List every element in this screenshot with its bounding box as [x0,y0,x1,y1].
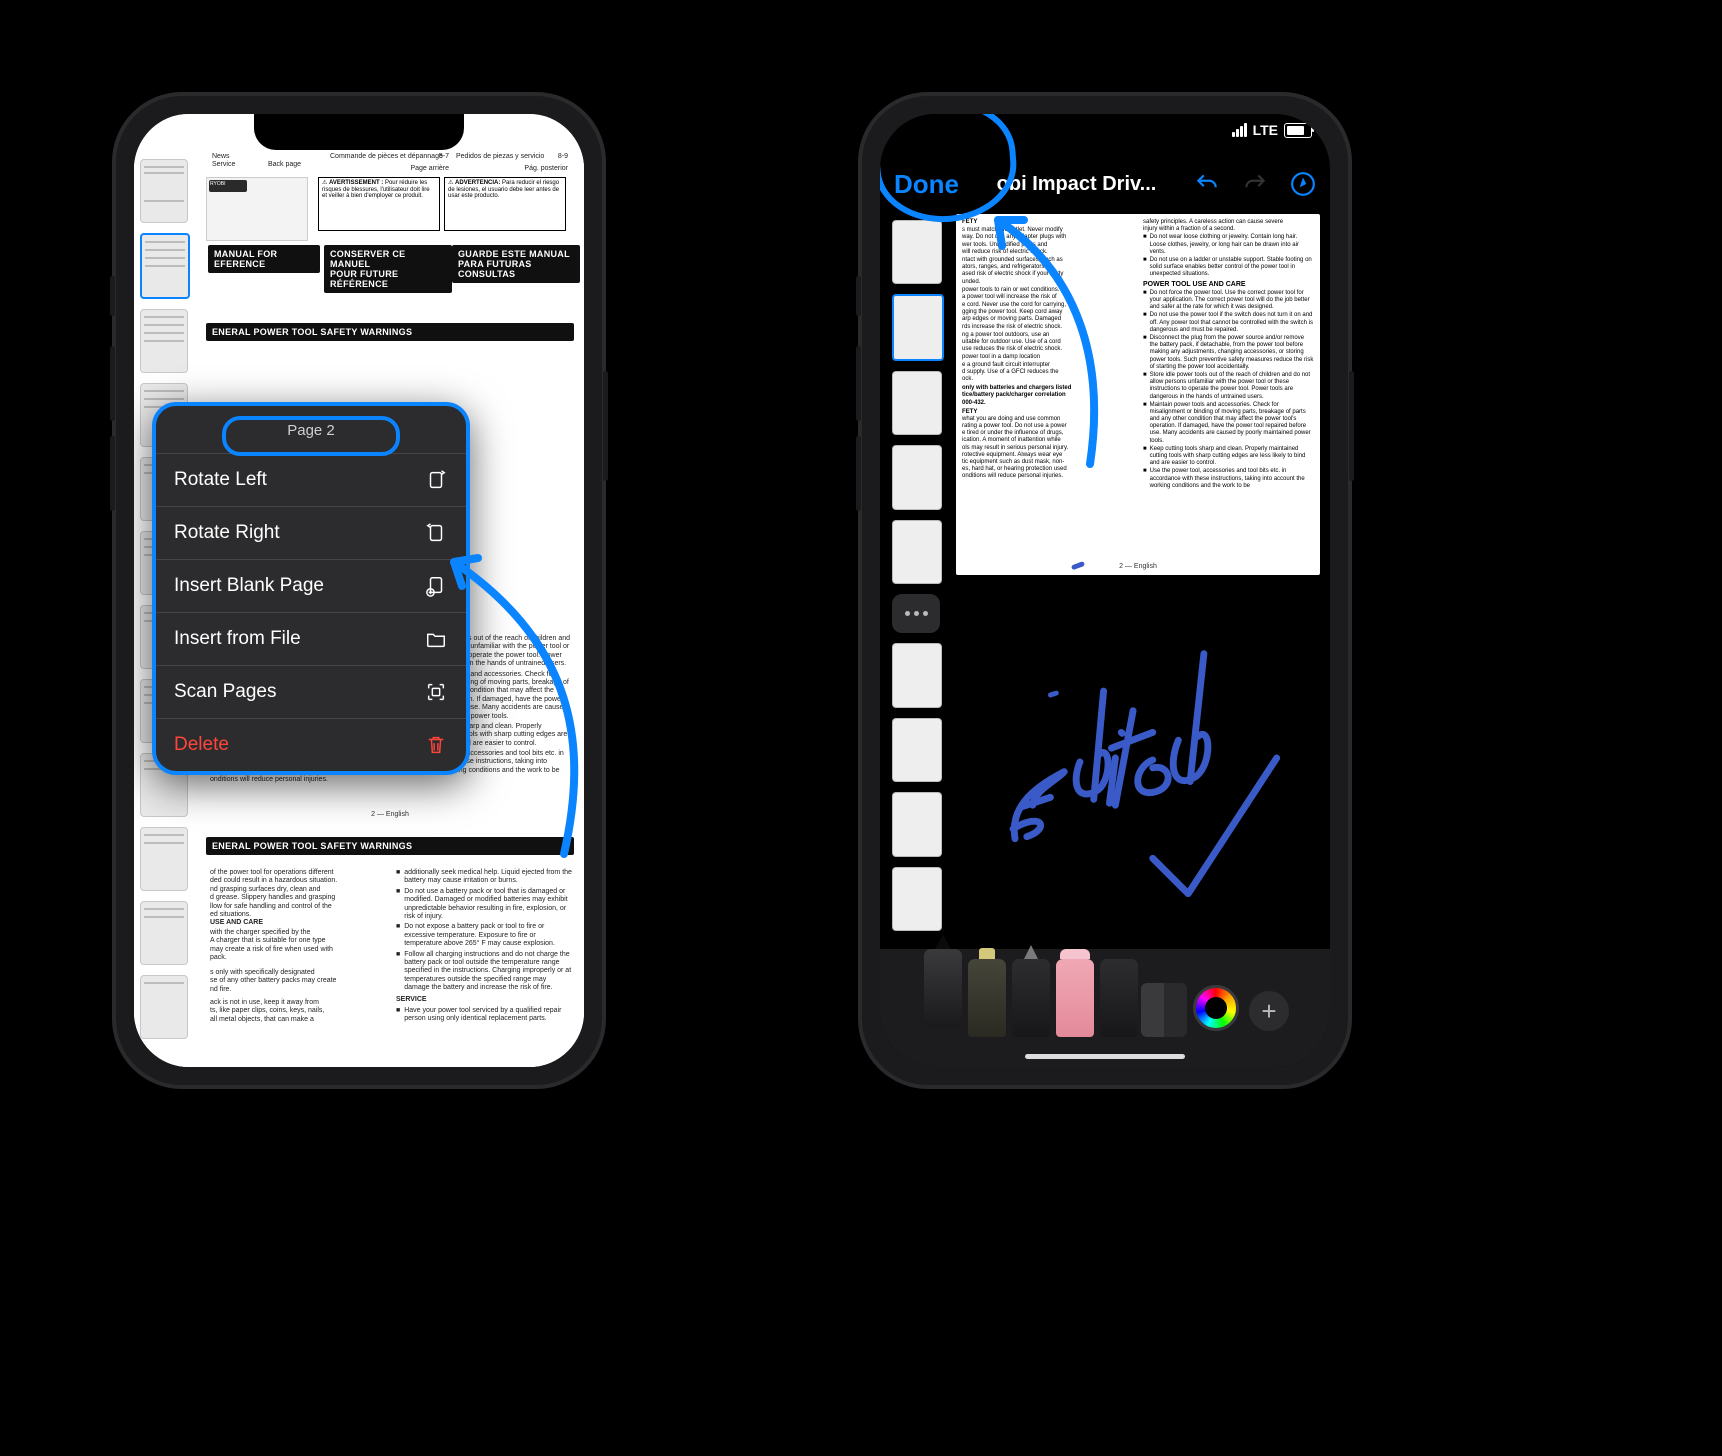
undo-button[interactable] [1194,171,1220,197]
color-picker[interactable] [1193,985,1239,1031]
black-box-2: CONSERVER CE MANUEL POUR FUTURE RÉFÉRENC… [324,245,452,293]
thumbnail-page-11[interactable] [140,901,188,965]
text: 5-7 [439,153,449,161]
thumbnail-page-1[interactable] [892,220,942,284]
text: Commande de pièces et dépannage [330,153,443,161]
section-header: ENERAL POWER TOOL SAFETY WARNINGS [206,323,574,341]
callout-arrow-right [950,184,1130,484]
doc-text: USE AND CARE [210,919,380,927]
menu-label: Scan Pages [174,681,276,703]
bullet: Do not force the power tool. Use the cor… [1150,290,1314,312]
signal-icon [1232,123,1247,137]
thumbnail-page-5[interactable] [892,520,942,584]
lasso-tool[interactable] [1100,959,1138,1037]
bullet: Have your power tool serviced by a quali… [404,1007,572,1024]
bullet: Do not use the power tool if the switch … [1150,312,1314,334]
network-label: LTE [1253,122,1278,138]
bullet: Do not wear loose clothing or jewelry. C… [1150,234,1314,256]
thumbnail-page-1[interactable] [140,159,188,223]
thumbnail-page-2[interactable] [892,294,944,360]
section-head: POWER TOOL USE AND CARE [1143,281,1314,289]
iphone-left: News Service Back page Commande de pièce… [112,92,606,1089]
rotate-left-icon [424,468,448,492]
text: Pág. posterior [524,165,568,173]
menu-label: Rotate Right [174,522,280,544]
thumbnail-page-n3[interactable] [892,792,942,856]
menu-rotate-left[interactable]: Rotate Left [156,454,466,506]
thumbnail-more-button[interactable] [892,594,940,633]
callout-arrow-left [414,514,584,874]
black-box-3: GUARDE ESTE MANUAL PARA FUTURAS CONSULTA… [452,245,580,283]
handwritten-annotation [956,514,1320,914]
status-bar: LTE [1232,122,1312,138]
bullet: Do not use on a ladder or unstable suppo… [1150,257,1314,279]
bullet: Do not use a battery pack or tool that i… [404,888,572,922]
thumbnail-page-n1[interactable] [892,643,942,707]
thumbnail-page-4[interactable] [892,445,942,509]
bullet: Use the power tool, accessories and tool… [1150,468,1314,490]
add-button[interactable]: + [1249,991,1289,1031]
battery-icon [1284,123,1312,138]
bullet: Do not expose a battery pack or tool to … [404,923,572,948]
text: Service [212,161,235,169]
menu-label: Rotate Left [174,469,267,491]
bullet: Keep cutting tools sharp and clean. Prop… [1150,446,1314,468]
warn-fr: AVERTISSEMENT : [329,180,383,186]
ruler-tool[interactable] [1141,983,1187,1037]
markup-pen-button[interactable] [1290,171,1316,197]
doc-text: ack is not in use, keep it away from ts,… [210,999,380,1024]
doc-text: with the charger specified by the A char… [210,929,380,963]
product-image: RYOBI [206,177,308,241]
doc-text: safety principles. A careless action can… [1143,219,1314,233]
black-box-1: MANUAL FOR EFERENCE [208,245,320,273]
marker-tool[interactable] [968,959,1006,1037]
warn-es: ADVERTENCIA: [455,180,500,186]
text: 8-9 [558,153,568,161]
thumbnail-page-10[interactable] [140,827,188,891]
markup-toolbar: + [880,949,1330,1067]
doc-text: s only with specifically designated se o… [210,969,380,994]
bullet: Store idle power tools out of the reach … [1150,372,1314,401]
menu-label: Delete [174,734,229,756]
thumbnail-page-3[interactable] [140,309,188,373]
bullet: Follow all charging instructions and do … [404,951,572,993]
menu-label: Insert Blank Page [174,575,324,597]
text: Back page [268,161,301,169]
thumbnail-page-2[interactable] [140,233,190,299]
menu-title: Page 2 [156,406,466,453]
eraser-tool[interactable] [1056,959,1094,1037]
text: Page arrière [410,165,449,173]
redo-button[interactable] [1242,171,1268,197]
thumbnail-page-n2[interactable] [892,718,942,782]
service-head: SERVICE [396,996,572,1004]
doc-text: of the power tool for operations differe… [210,869,380,919]
page-thumbnails-sidebar[interactable] [886,214,948,937]
thumbnail-page-12[interactable] [140,975,188,1039]
bullet: Disconnect the plug from the power sourc… [1150,335,1314,371]
bullet: Maintain power tools and accessories. Ch… [1150,402,1314,445]
thumbnail-page-3[interactable] [892,371,942,435]
text: Pedidos de piezas y servicio [456,153,568,161]
thumbnail-page-n4[interactable] [892,867,942,931]
menu-label: Insert from File [174,628,301,650]
pen-tool[interactable] [924,949,962,1027]
callout-page2-highlight [222,416,400,456]
iphone-right: LTE Done obi Impact Driv... [858,92,1352,1089]
pencil-tool[interactable] [1012,959,1050,1037]
